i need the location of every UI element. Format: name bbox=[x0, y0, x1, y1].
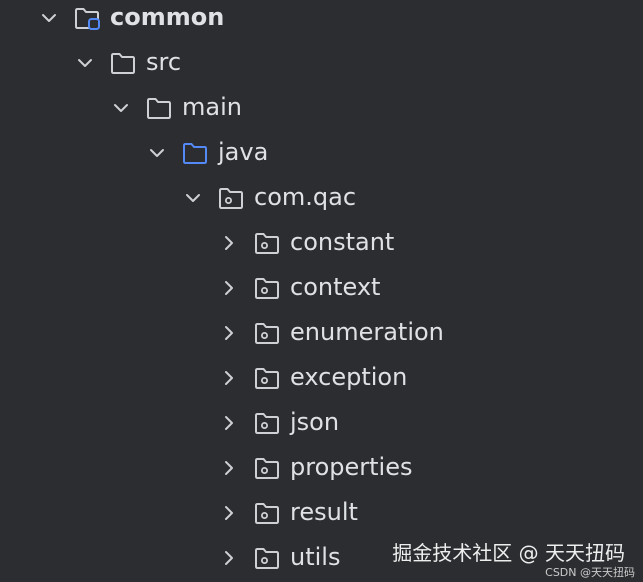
tree-item-label: java bbox=[218, 138, 269, 166]
tree-item-label: exception bbox=[290, 363, 408, 391]
tree-row-context[interactable]: context bbox=[0, 268, 643, 313]
tree-item-label: result bbox=[290, 498, 358, 526]
tree-item-label: com.qac bbox=[254, 183, 357, 211]
tree-row-enumeration[interactable]: enumeration bbox=[0, 313, 643, 358]
watermark-subtext: CSDN @天天扭码 bbox=[545, 566, 635, 579]
tree-row-exception[interactable]: exception bbox=[0, 358, 643, 403]
tree-row-common[interactable]: common bbox=[0, 0, 643, 43]
tree-row-java[interactable]: java bbox=[0, 133, 643, 178]
watermark-text: 掘金技术社区 @ 天天扭码 bbox=[392, 541, 625, 565]
tree-item-label: enumeration bbox=[290, 318, 444, 346]
tree-item-label: utils bbox=[290, 543, 341, 571]
tree-row-json[interactable]: json bbox=[0, 403, 643, 448]
tree-row-properties[interactable]: properties bbox=[0, 448, 643, 493]
tree-item-label: properties bbox=[290, 453, 413, 481]
tree-row-main[interactable]: main bbox=[0, 88, 643, 133]
tree-item-label: constant bbox=[290, 228, 395, 256]
project-tree: common src main java com.qac constant context e… bbox=[0, 0, 643, 582]
tree-row-result[interactable]: result bbox=[0, 493, 643, 538]
tree-item-label: src bbox=[146, 48, 182, 76]
tree-item-label: context bbox=[290, 273, 381, 301]
tree-row-src[interactable]: src bbox=[0, 43, 643, 88]
tree-item-label: common bbox=[110, 3, 225, 31]
tree-row-com-qac[interactable]: com.qac bbox=[0, 178, 643, 223]
tree-item-label: json bbox=[290, 408, 340, 436]
tree-row-constant[interactable]: constant bbox=[0, 223, 643, 268]
tree-item-label: main bbox=[182, 93, 242, 121]
